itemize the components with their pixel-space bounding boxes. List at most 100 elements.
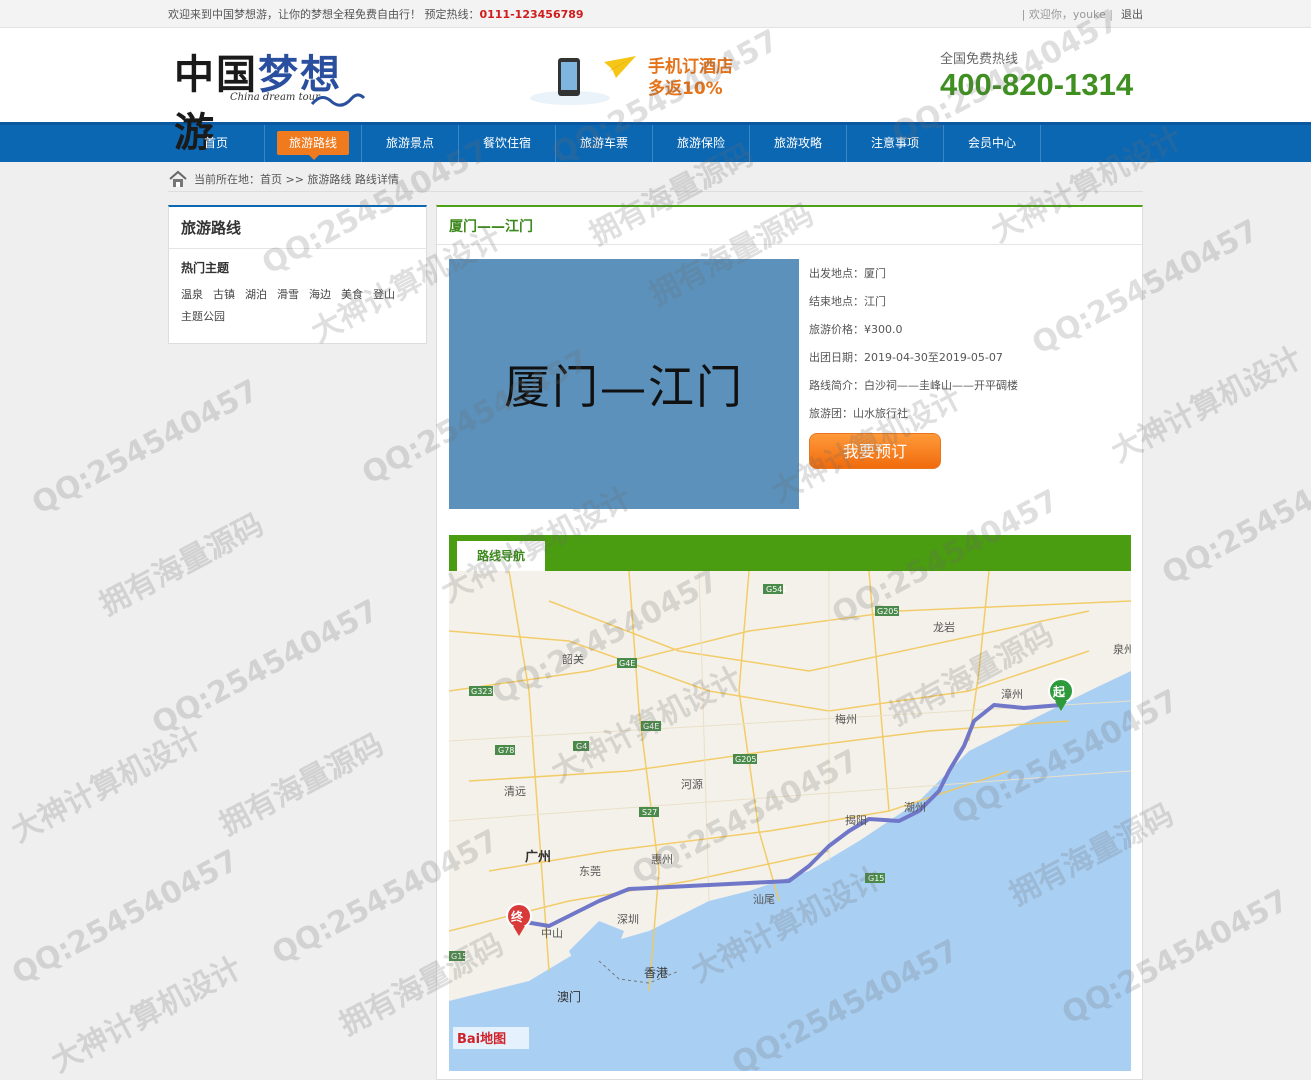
city-label: 惠州 — [651, 852, 673, 866]
hotline-phone-number: 400-820-1314 — [940, 67, 1134, 102]
road-label: G205 — [877, 607, 898, 616]
sidebar: 旅游路线 热门主题 温泉 古镇 湖泊 滑雪 海边 美食 登山 主题公园 — [168, 205, 427, 344]
end-marker-label: 终 — [511, 909, 524, 924]
tab-route-navigation[interactable]: 路线导航 — [457, 541, 545, 571]
phone-plane-icon — [530, 56, 636, 105]
wave-icon — [310, 93, 366, 107]
tag-link[interactable]: 美食 — [341, 286, 363, 302]
route-price: 旅游价格：¥300.0 — [809, 323, 903, 336]
sidebar-title: 旅游路线 — [169, 207, 426, 249]
road-label: G15 — [451, 952, 467, 961]
hotline-label: 全国免费热线 — [940, 52, 1019, 67]
nav-label: 旅游路线 — [276, 131, 349, 155]
top-bar: 欢迎来到中国梦想游，让你的梦想全程免费自由行！ 预定热线：0111-123456… — [0, 0, 1311, 28]
city-label: 广州 — [525, 849, 551, 865]
route-detail-panel: 厦门——江门 厦门—江门 出发地点：厦门 结束地点：江门 旅游价格：¥300.0… — [436, 205, 1143, 1080]
tag-link[interactable]: 登山 — [373, 286, 395, 302]
breadcrumb-text: 当前所在地：首页 >> 旅游路线 路线详情 — [194, 172, 399, 186]
city-label: 香港 — [644, 966, 668, 980]
city-label: 梅州 — [835, 712, 857, 726]
nav-item-dining[interactable]: 餐饮住宿 — [459, 125, 556, 162]
road-label: G323 — [471, 687, 492, 696]
watermark-text: 大神计算机设计 — [45, 950, 248, 1080]
tag-link[interactable]: 海边 — [309, 286, 331, 302]
city-label: 龙岩 — [933, 620, 955, 634]
city-label: 泉州 — [1113, 642, 1131, 656]
route-nav-bar: 路线导航 — [449, 535, 1131, 571]
road-label: G78 — [498, 746, 514, 755]
watermark-text: 拥有海量源码 — [93, 507, 270, 623]
welcome-message: 欢迎来到中国梦想游，让你的梦想全程免费自由行！ 预定热线： — [168, 8, 480, 21]
main-nav: 首页 旅游路线 旅游景点 餐饮住宿 旅游车票 旅游保险 旅游攻略 注意事项 会员… — [0, 122, 1311, 162]
nav-label: 旅游车票 — [579, 136, 628, 150]
nav-item-tickets[interactable]: 旅游车票 — [556, 125, 653, 162]
promo-line-2: 多返10% — [648, 79, 723, 99]
nav-label: 旅游保险 — [676, 136, 725, 150]
nav-label: 旅游攻略 — [773, 136, 822, 150]
logout-link[interactable]: 退出 — [1121, 6, 1143, 22]
city-label: 清远 — [504, 785, 526, 798]
watermark-text: QQ:25454045​7 — [26, 373, 265, 522]
tag-link[interactable]: 滑雪 — [277, 286, 299, 302]
watermark-text: 大神计算机设计 — [5, 720, 208, 850]
baidu-map-logo: Bai地图 — [453, 1027, 529, 1049]
road-label: G4E — [619, 659, 635, 668]
nav-label: 餐饮住宿 — [482, 136, 531, 150]
tag-link[interactable]: 古镇 — [213, 286, 235, 302]
route-title: 厦门——江门 — [437, 207, 1142, 245]
breadcrumb: 当前所在地：首页 >> 旅游路线 路线详情 — [168, 166, 1143, 192]
logo-text-1: 中国 — [174, 51, 258, 98]
theme-tags: 温泉 古镇 湖泊 滑雪 海边 美食 登山 主题公园 — [169, 282, 409, 328]
hotline-number: 0111-123456789 — [479, 8, 584, 21]
user-greeting: | 欢迎你，youke | — [1021, 8, 1113, 21]
city-label: 韶关 — [562, 652, 584, 666]
promo-line-1: 手机订酒店 — [648, 57, 733, 77]
site-logo[interactable]: 中国梦想游 China dream tour — [170, 42, 370, 156]
map-logo-text: Bai地图 — [457, 1031, 506, 1047]
home-icon[interactable] — [168, 170, 188, 188]
welcome-text: 欢迎来到中国梦想游，让你的梦想全程免费自由行！ 预定热线：0111-123456… — [168, 6, 584, 22]
watermark-text: QQ:25454045​7 — [146, 593, 385, 742]
hotline-box: 全国免费热线 400-820-1314 — [940, 48, 1133, 103]
sidebar-subtitle: 热门主题 — [181, 261, 230, 275]
nav-item-notices[interactable]: 注意事项 — [847, 125, 944, 162]
book-button[interactable]: 我要预订 — [809, 433, 941, 469]
hotel-promo-banner[interactable]: 手机订酒店 多返10% — [520, 52, 780, 108]
nav-item-home[interactable]: 首页 — [168, 125, 265, 162]
travel-agency: 旅游团：山水旅行社 — [809, 407, 908, 420]
city-label: 潮州 — [904, 800, 926, 814]
nav-item-insurance[interactable]: 旅游保险 — [653, 125, 750, 162]
city-label: 深圳 — [617, 913, 639, 926]
tag-link[interactable]: 湖泊 — [245, 286, 267, 302]
end-location: 结束地点：江门 — [809, 295, 886, 308]
city-label: 河源 — [681, 777, 703, 791]
start-location: 出发地点：厦门 — [809, 267, 886, 280]
road-label: G541 — [766, 585, 787, 594]
route-map[interactable]: 韶关 龙岩 泉州 漳州 梅州 河源 清远 揭阳 潮州 广州 东莞 惠州 汕尾 深… — [449, 571, 1131, 1071]
tag-link[interactable]: 主题公园 — [181, 308, 225, 324]
city-label: 澳门 — [557, 989, 581, 1004]
nav-item-attractions[interactable]: 旅游景点 — [362, 125, 459, 162]
tag-link[interactable]: 温泉 — [181, 286, 203, 302]
city-label: 揭阳 — [845, 813, 867, 827]
city-label: 中山 — [541, 927, 563, 940]
map-canvas: 韶关 龙岩 泉州 漳州 梅州 河源 清远 揭阳 潮州 广州 东莞 惠州 汕尾 深… — [449, 571, 1131, 1071]
logo-english: China dream tour — [230, 92, 320, 103]
nav-item-routes[interactable]: 旅游路线 — [265, 125, 362, 162]
watermark-text: 拥有海量源码 — [213, 727, 390, 843]
road-label: G4 — [576, 742, 587, 751]
site-header: 中国梦想游 China dream tour 手机订酒店 多返10% 全国免费热线… — [0, 28, 1311, 156]
road-label: G205 — [735, 755, 756, 764]
route-end-marker[interactable]: 终 — [506, 903, 532, 936]
nav-label: 旅游景点 — [385, 136, 434, 150]
watermark-text: QQ:25454045​7 — [6, 843, 245, 992]
nav-label: 会员中心 — [967, 136, 1016, 150]
road-label: G15 — [868, 874, 884, 883]
route-info: 出发地点：厦门 结束地点：江门 旅游价格：¥300.0 出团日期：2019-04… — [809, 265, 1018, 433]
nav-item-member[interactable]: 会员中心 — [944, 125, 1041, 162]
route-photo-caption: 厦门—江门 — [504, 360, 744, 414]
departure-dates: 出团日期：2019-04-30至2019-05-07 — [809, 351, 1003, 364]
city-label: 汕尾 — [753, 893, 775, 906]
route-photo: 厦门—江门 — [449, 259, 799, 509]
nav-item-guides[interactable]: 旅游攻略 — [750, 125, 847, 162]
